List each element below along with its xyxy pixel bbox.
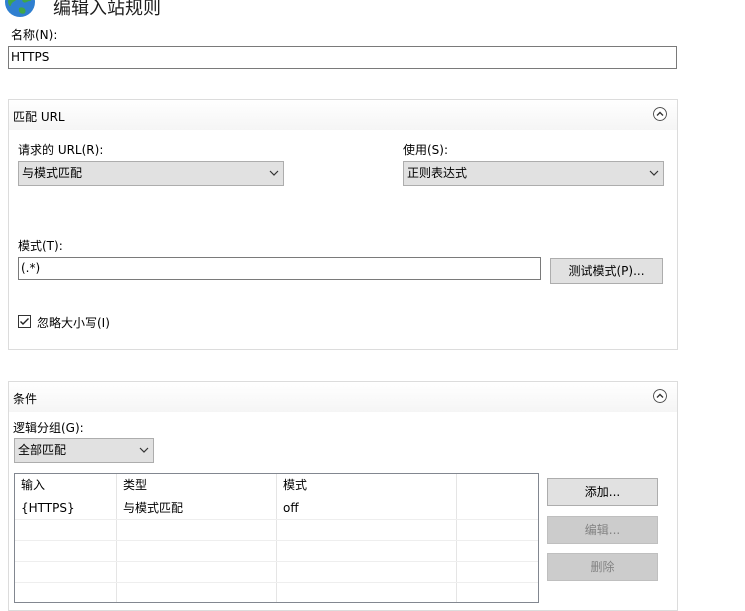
conditions-section-title: 条件: [13, 392, 38, 406]
requested-url-label: 请求的 URL(R):: [18, 143, 104, 157]
requested-url-select[interactable]: 与模式匹配: [18, 161, 284, 186]
delete-condition-button[interactable]: 删除: [547, 553, 658, 581]
pattern-label: 模式(T):: [18, 239, 63, 253]
logical-grouping-value: 全部匹配: [18, 443, 67, 457]
add-condition-button[interactable]: 添加...: [547, 478, 658, 506]
logical-grouping-label: 逻辑分组(G):: [13, 421, 84, 435]
match-url-panel-header: 匹配 URL: [9, 100, 677, 130]
logical-grouping-select[interactable]: 全部匹配: [14, 438, 154, 463]
ignore-case-checkbox[interactable]: [18, 315, 31, 328]
requested-url-value: 与模式匹配: [22, 166, 83, 180]
collapse-up-icon[interactable]: [653, 389, 667, 403]
name-input[interactable]: HTTPS: [8, 46, 677, 69]
chevron-down-icon: [269, 170, 279, 176]
conditions-table[interactable]: 输入 类型 模式 {HTTPS} 与模式匹配 off: [14, 473, 539, 603]
globe-icon: [5, 0, 35, 17]
pattern-input[interactable]: (.*): [18, 257, 541, 280]
edit-condition-button[interactable]: 编辑...: [547, 516, 658, 544]
match-url-panel: 匹配 URL: [8, 99, 678, 350]
name-label: 名称(N):: [11, 28, 58, 42]
column-header-type[interactable]: 类型: [117, 474, 277, 496]
using-select[interactable]: 正则表达式: [403, 161, 664, 186]
using-value: 正则表达式: [407, 166, 468, 180]
chevron-down-icon: [649, 170, 659, 176]
column-header-pattern[interactable]: 模式: [277, 474, 457, 496]
collapse-up-icon[interactable]: [653, 107, 667, 121]
using-label: 使用(S):: [403, 143, 449, 157]
conditions-panel-header: 条件: [9, 382, 677, 412]
test-pattern-button[interactable]: 测试模式(P)...: [550, 258, 663, 284]
dialog-title: 编辑入站规则: [53, 0, 161, 19]
match-url-section-title: 匹配 URL: [13, 110, 65, 124]
table-cell-input[interactable]: {HTTPS}: [15, 498, 117, 518]
table-cell-type[interactable]: 与模式匹配: [117, 498, 277, 518]
table-cell-pattern[interactable]: off: [277, 498, 457, 518]
column-header-input[interactable]: 输入: [15, 474, 117, 496]
ignore-case-label: 忽略大小写(I): [37, 316, 110, 330]
chevron-down-icon: [139, 447, 149, 453]
